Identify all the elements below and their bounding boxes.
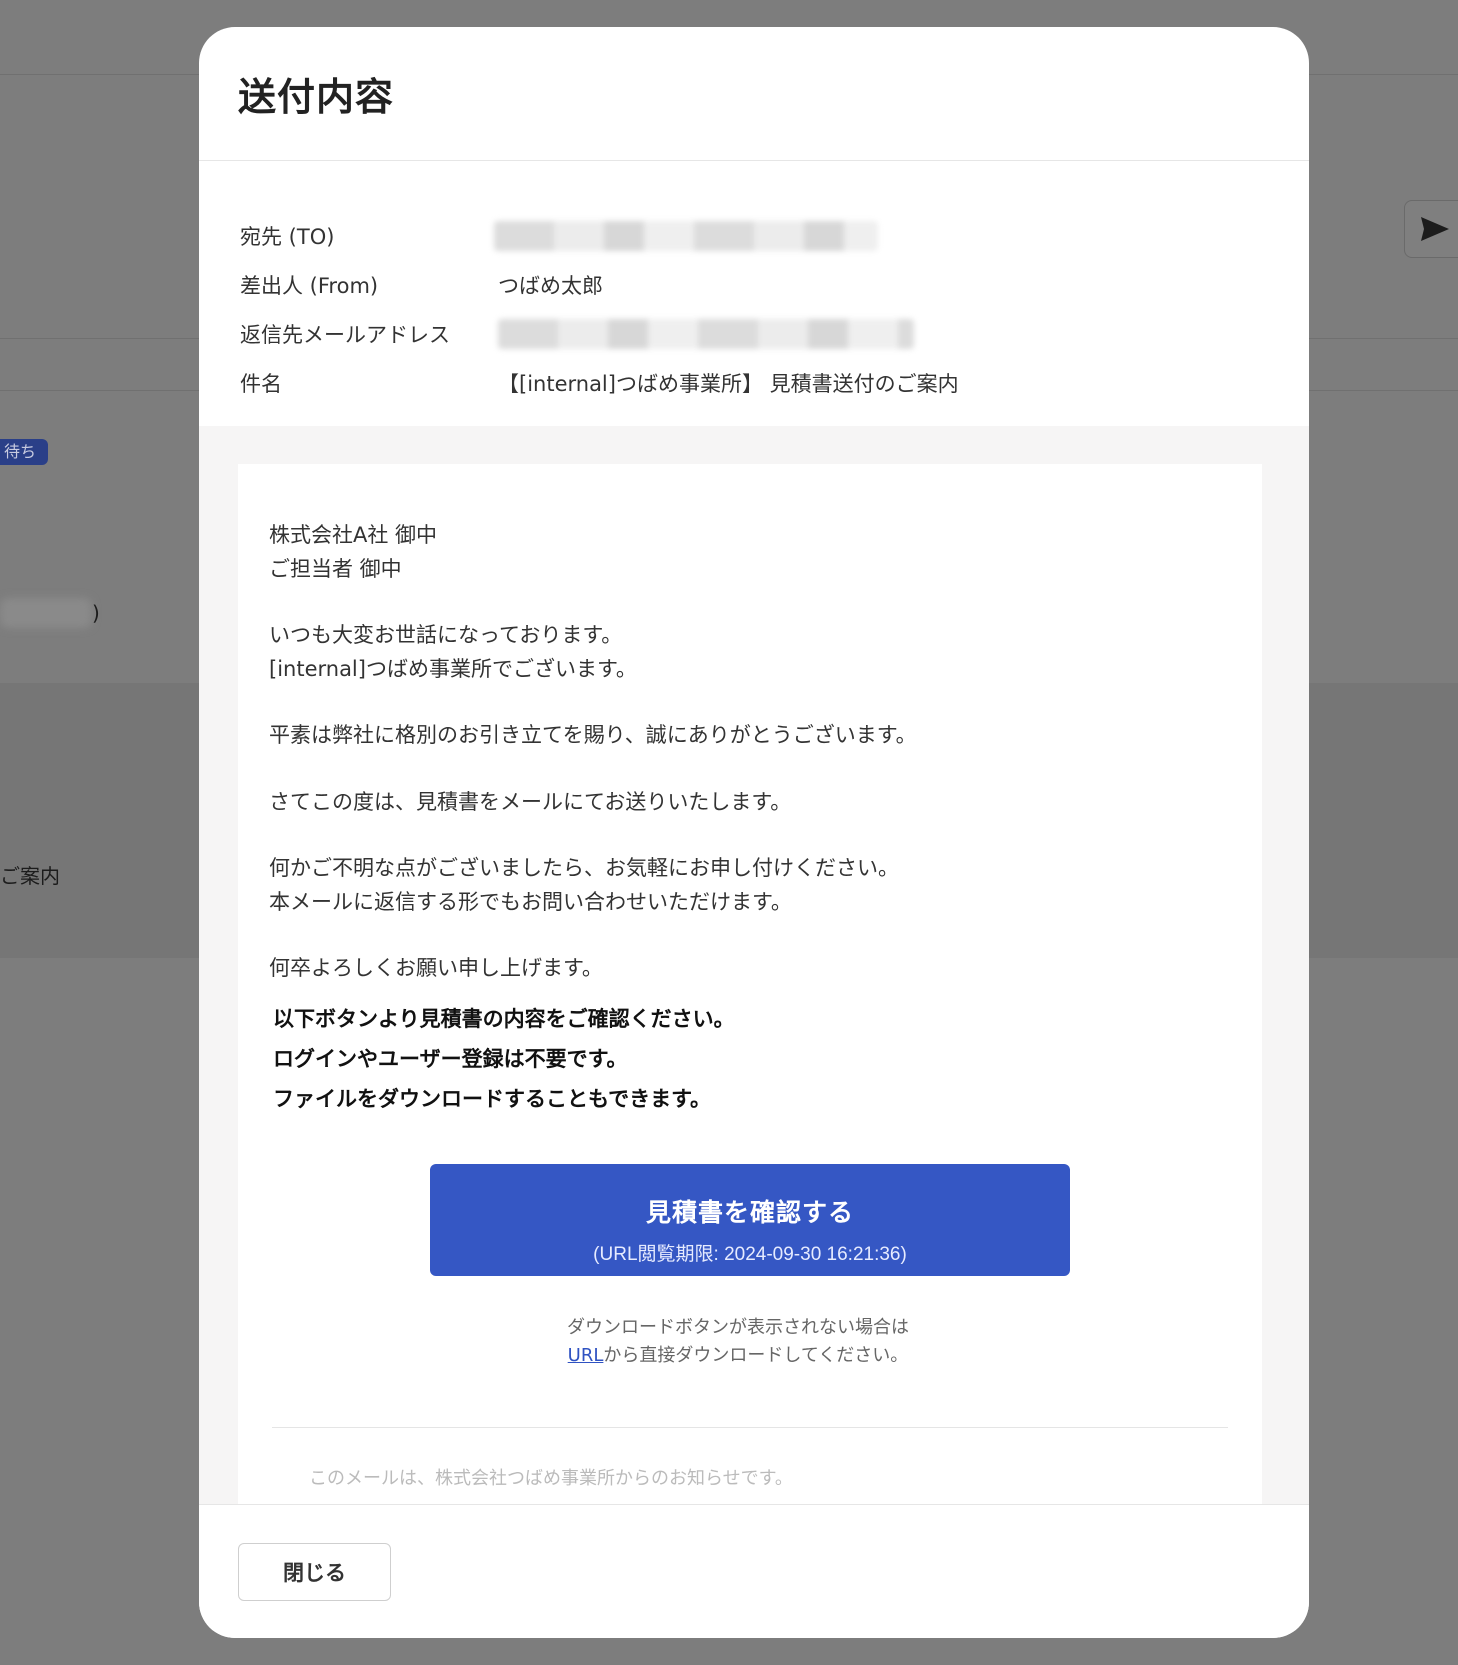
email-greeting: 株式会社A社 御中 ご担当者 御中 (269, 519, 1231, 586)
meta-label: 宛先 (TO) (240, 224, 335, 249)
meta-row-to: 宛先 (TO) (240, 211, 1309, 260)
bg-send-button (1404, 200, 1458, 258)
text-line: 以下ボタンより見積書の内容をご確認ください。 (273, 1006, 735, 1031)
download-note: ダウンロードボタンが表示されない場合は URLから直接ダウンロードしてください。 (269, 1314, 1207, 1370)
redacted-email (498, 318, 914, 349)
email-intro: いつも大変お世話になっております。 [internal]つばめ事業所でございます… (269, 619, 1231, 686)
email-closing: 何卒よろしくお願い申し上げます。 (269, 956, 603, 980)
view-estimate-button[interactable]: 見積書を確認する (URL閲覧期限: 2024-09-30 16:21:36) (430, 1163, 1070, 1276)
meta-value: 【[internal]つばめ事業所】 見積書送付のご案内 (498, 371, 959, 396)
modal-footer: 閉じる (199, 1504, 1309, 1638)
email-divider (272, 1426, 1228, 1428)
modal-title: 送付内容 (238, 75, 395, 119)
meta-row-from: 差出人 (From) つばめ太郎 (240, 260, 1309, 309)
email-contact: 何かご不明な点がございましたら、お気軽にお申し付けください。 本メールに返信する… (269, 852, 1231, 919)
email-footer-text: このメールは、株式会社つばめ事業所からのお知らせです。 (309, 1467, 793, 1489)
meta-value (498, 318, 914, 349)
bg-redacted-text (0, 598, 92, 628)
text-line: 株式会社A社 御中 (269, 523, 438, 547)
meta-value (494, 220, 878, 251)
meta-row-reply-to: 返信先メールアドレス (240, 309, 1309, 358)
note-line: ダウンロードボタンが表示されない場合は (567, 1316, 909, 1338)
email-instructions: 以下ボタンより見積書の内容をご確認ください。 ログインやユーザー登録は不要です。… (273, 986, 1231, 1119)
modal-header: 送付内容 (199, 27, 1309, 161)
bg-status-badge: 待ち (0, 439, 49, 465)
bg-subject-fragment: ご案内 (0, 864, 60, 888)
cta-expiry: (URL閲覧期限: 2024-09-30 16:21:36) (593, 1243, 907, 1265)
text-line: 本メールに返信する形でもお問い合わせいただけます。 (269, 889, 792, 914)
note-line: URLから直接ダウンロードしてください。 (269, 1342, 1207, 1370)
email-thanks: 平素は弊社に格別のお引き立てを賜り、誠にありがとうございます。 (269, 723, 917, 747)
download-url-link[interactable]: URL (568, 1345, 604, 1366)
preview-modal: 送付内容 宛先 (TO) 差出人 (From) つばめ太郎 返信先メールアドレス… (199, 27, 1309, 1638)
text-line: ファイルをダウンロードすることもできます。 (273, 1086, 712, 1111)
note-rest: から直接ダウンロードしてください。 (603, 1344, 909, 1366)
meta-label: 差出人 (From) (240, 273, 379, 298)
send-icon (1421, 217, 1449, 241)
text-line: いつも大変お世話になっております。 (269, 623, 623, 647)
redacted-email (494, 220, 878, 251)
bg-paren-text: ) (92, 601, 100, 625)
meta-label: 件名 (240, 371, 282, 396)
email-meta: 宛先 (TO) 差出人 (From) つばめ太郎 返信先メールアドレス 件名 【… (199, 161, 1309, 409)
meta-label: 返信先メールアドレス (240, 322, 450, 347)
cta-label: 見積書を確認する (645, 1198, 854, 1227)
email-main: さてこの度は、見積書をメールにてお送りいたします。 (269, 789, 792, 814)
text-line: ログインやユーザー登録は不要です。 (273, 1046, 628, 1071)
text-line: [internal]つばめ事業所でございます。 (269, 656, 637, 681)
meta-row-subject: 件名 【[internal]つばめ事業所】 見積書送付のご案内 (240, 358, 1309, 407)
email-body: 株式会社A社 御中 ご担当者 御中 いつも大変お世話になっております。 [int… (238, 464, 1262, 1532)
text-line: ご担当者 御中 (269, 556, 402, 581)
text-line: 何かご不明な点がございましたら、お気軽にお申し付けください。 (269, 856, 899, 880)
email-preview-area[interactable]: 株式会社A社 御中 ご担当者 御中 いつも大変お世話になっております。 [int… (199, 426, 1309, 1532)
close-button[interactable]: 閉じる (238, 1543, 391, 1601)
meta-value: つばめ太郎 (498, 273, 603, 298)
